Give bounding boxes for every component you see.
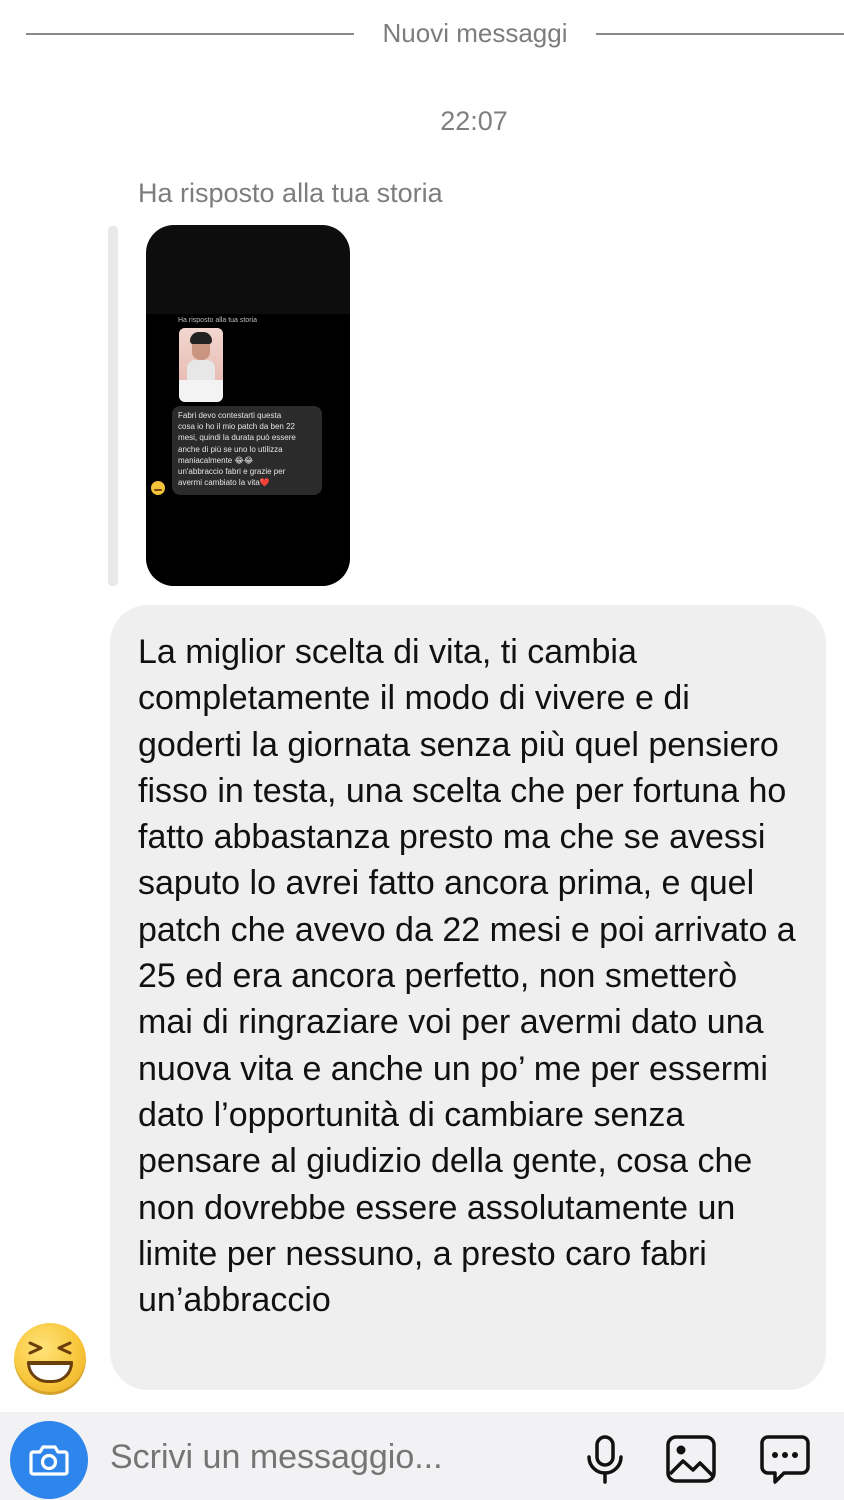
camera-icon	[29, 1445, 69, 1476]
thumbnail-reply-label: Ha risposto alla tua storia	[178, 317, 257, 324]
gallery-button[interactable]	[664, 1432, 718, 1486]
thumbnail-line: Fabri devo contestarti questa	[178, 411, 282, 420]
thumbnail-message-bubble: Fabri devo contestarti questa cosa io ho…	[172, 406, 322, 495]
thumbnail-line: maniacalmente 😂😂	[178, 455, 254, 465]
sticker-chat-button[interactable]	[758, 1432, 812, 1486]
sticker-chat-icon	[760, 1435, 810, 1484]
story-thumbnail[interactable]: Ha risposto alla tua storia Fabri devo c…	[146, 225, 350, 586]
emoji-eye-left	[28, 1341, 43, 1355]
gallery-icon	[666, 1435, 716, 1483]
divider-line-right	[596, 33, 844, 35]
emoji-eye-right	[57, 1341, 72, 1355]
message-bubble[interactable]: La miglior scelta di vita, ti cambia com…	[110, 605, 826, 1390]
message-text: La miglior scelta di vita, ti cambia com…	[138, 633, 796, 1320]
reply-indicator-bar	[108, 226, 118, 586]
camera-button[interactable]	[10, 1421, 88, 1499]
new-messages-divider: Nuovi messaggi	[0, 14, 844, 54]
thumbnail-line: mesi, quindi la durata può essere	[178, 433, 296, 443]
thumbnail-photo	[179, 328, 223, 380]
divider-line-left	[26, 33, 354, 35]
laughing-squint-emoji-icon[interactable]	[14, 1323, 86, 1395]
new-messages-label: Nuovi messaggi	[382, 18, 568, 48]
thumbnail-line: avermi cambiato la vita❤️	[178, 478, 270, 488]
thumbnail-line: cosa io ho il mio patch da ben 22	[178, 422, 295, 432]
microphone-icon	[587, 1435, 623, 1484]
thumbnail-story-card	[179, 328, 223, 402]
emoji-mouth	[27, 1361, 73, 1383]
story-reply-label: Ha risposto alla tua storia	[138, 178, 443, 208]
thumbnail-line: anche di più se uno lo utilizza	[178, 444, 283, 454]
microphone-button[interactable]	[578, 1432, 632, 1486]
thumbnail-emoji-icon	[151, 481, 165, 495]
message-composer	[0, 1412, 844, 1500]
message-input[interactable]	[110, 1438, 510, 1477]
message-timestamp: 22:07	[440, 106, 508, 136]
thumbnail-line: un'abbraccio fabri e grazie per	[178, 467, 286, 477]
